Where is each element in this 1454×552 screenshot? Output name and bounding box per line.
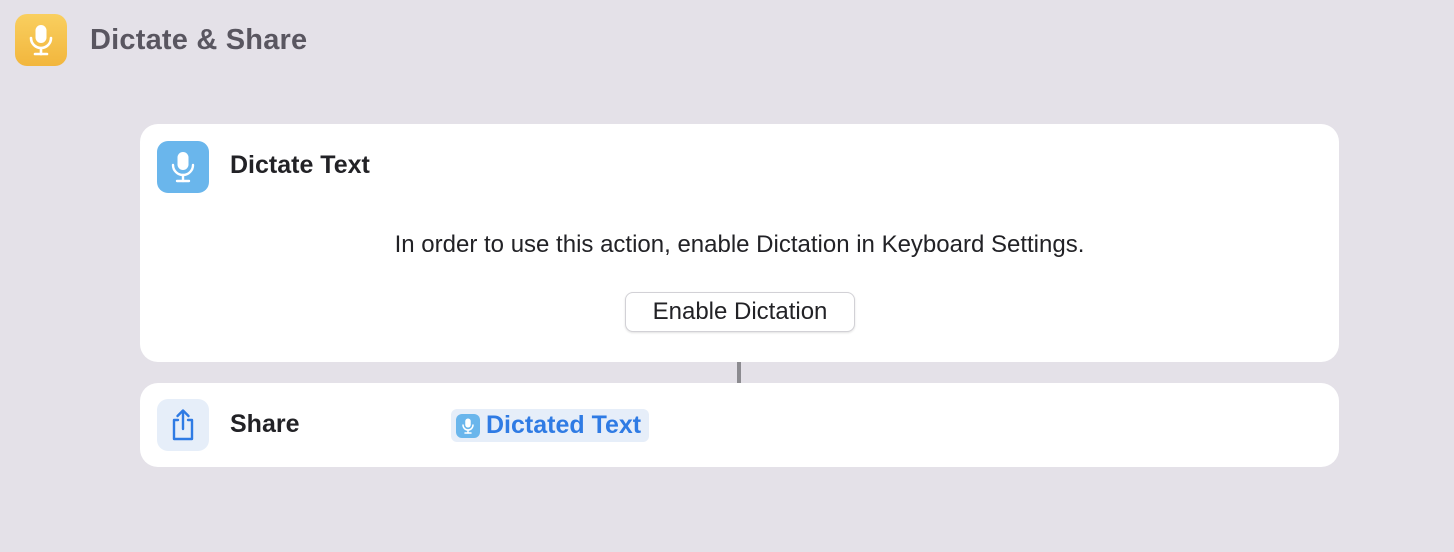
share-action-card[interactable]: Share Dictated Text <box>140 383 1339 467</box>
action-title: Dictate Text <box>230 151 370 179</box>
dictation-disabled-message: In order to use this action, enable Dict… <box>394 231 1085 258</box>
shortcut-title[interactable]: Dictate & Share <box>90 24 307 57</box>
enable-dictation-button[interactable]: Enable Dictation <box>625 292 855 332</box>
microphone-icon <box>456 413 480 438</box>
dictate-text-action-card[interactable]: Dictate Text In order to use this action… <box>140 124 1339 362</box>
shortcut-header: Dictate & Share <box>15 14 307 66</box>
variable-label: Dictated Text <box>486 411 642 439</box>
action-title: Share <box>230 410 300 438</box>
action-connector <box>737 362 741 383</box>
dictated-text-variable[interactable]: Dictated Text <box>451 409 650 442</box>
microphone-icon[interactable] <box>15 14 67 66</box>
microphone-icon <box>157 141 209 193</box>
share-icon <box>157 399 209 451</box>
